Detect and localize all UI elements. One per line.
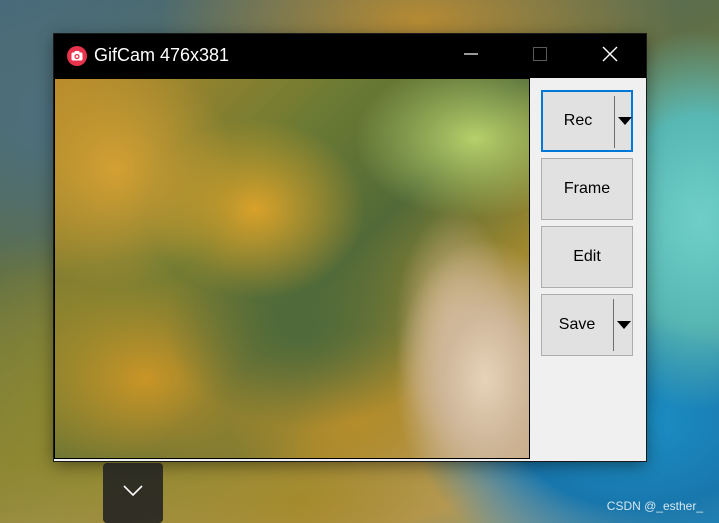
triangle-down-icon[interactable]	[615, 92, 634, 150]
title-bar[interactable]: GifCam 476x381	[54, 34, 646, 78]
edit-button-label: Edit	[573, 248, 601, 265]
edit-button[interactable]: Edit	[541, 226, 633, 288]
maximize-button[interactable]	[517, 34, 563, 78]
chevron-down-icon	[123, 484, 143, 502]
watermark-text: CSDN @_esther_	[606, 499, 703, 513]
save-button[interactable]: Save	[541, 294, 633, 356]
close-icon	[602, 46, 618, 67]
minimize-icon	[464, 47, 478, 66]
expand-flyout-button[interactable]	[103, 463, 163, 523]
frame-button[interactable]: Frame	[541, 158, 633, 220]
window-title: GifCam 476x381	[94, 45, 230, 65]
capture-frame[interactable]	[54, 78, 530, 459]
camera-icon	[67, 46, 87, 66]
maximize-icon	[533, 46, 547, 66]
rec-button[interactable]: Rec	[541, 90, 633, 152]
frame-button-label: Frame	[563, 180, 611, 197]
control-panel: Rec Frame Edit Save	[531, 78, 646, 461]
save-button-label: Save	[558, 316, 596, 333]
rec-button-label: Rec	[563, 112, 593, 129]
minimize-button[interactable]	[448, 34, 494, 78]
close-button[interactable]	[587, 34, 633, 78]
capture-preview-area	[55, 79, 529, 458]
gifcam-window: GifCam 476x381 Rec Frame Edit Save	[54, 34, 646, 461]
triangle-down-icon[interactable]	[614, 295, 633, 355]
